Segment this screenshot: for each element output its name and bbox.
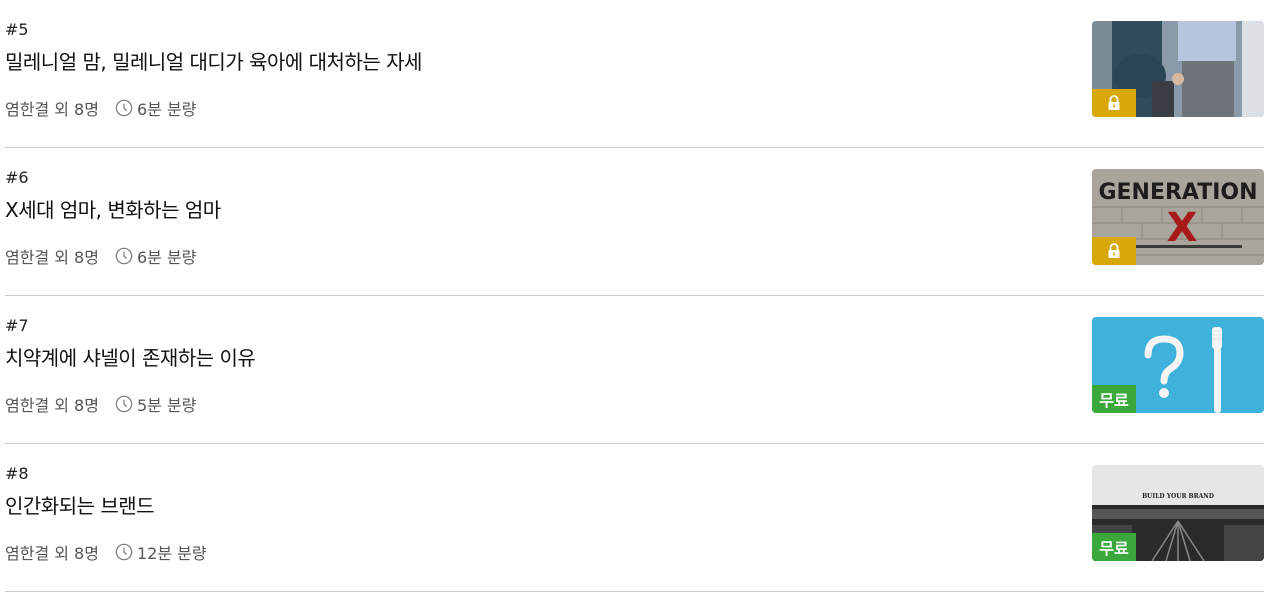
episode-number: #6 — [5, 168, 29, 187]
episode-list: #5 밀레니얼 맘, 밀레니얼 대디가 육아에 대처하는 자세 염한결 외 8명… — [0, 0, 1280, 603]
thumb-caption: GENERATION — [1098, 180, 1257, 205]
episode-meta: 염한결 외 8명 5분 분량 — [5, 392, 196, 416]
clock-icon — [115, 99, 133, 117]
episode-thumbnail[interactable]: GENERATION X — [1092, 169, 1264, 265]
episode-meta: 염한결 외 8명 6분 분량 — [5, 96, 196, 120]
list-item[interactable]: #8 인간화되는 브랜드 염한결 외 8명 12분 분량 BUILD YOUR … — [5, 444, 1264, 592]
duration-label: 6분 분량 — [136, 248, 197, 267]
lock-icon — [1108, 95, 1120, 110]
clock-icon — [115, 247, 133, 265]
duration-label: 5분 분량 — [136, 396, 197, 415]
clock-icon — [115, 395, 133, 413]
episode-thumbnail[interactable] — [1092, 21, 1264, 117]
episode-title[interactable]: 밀레니얼 맘, 밀레니얼 대디가 육아에 대처하는 자세 — [5, 46, 422, 75]
lock-badge — [1092, 89, 1136, 117]
episode-meta: 염한결 외 8명 6분 분량 — [5, 244, 196, 268]
lock-icon — [1108, 243, 1120, 258]
episode-number: #7 — [5, 316, 29, 335]
list-item[interactable]: #5 밀레니얼 맘, 밀레니얼 대디가 육아에 대처하는 자세 염한결 외 8명… — [5, 0, 1264, 148]
episode-number: #8 — [5, 464, 29, 483]
episode-thumbnail[interactable]: 무료 — [1092, 317, 1264, 413]
free-badge: 무료 — [1092, 385, 1136, 413]
list-item[interactable]: #7 치약계에 샤넬이 존재하는 이유 염한결 외 8명 5분 분량 무료 — [5, 296, 1264, 444]
duration-label: 6분 분량 — [136, 100, 197, 119]
episode-thumbnail[interactable]: BUILD YOUR BRAND 무료 — [1092, 465, 1264, 561]
episode-title[interactable]: 인간화되는 브랜드 — [5, 490, 155, 519]
thumb-caption: BUILD YOUR BRAND — [1142, 493, 1214, 500]
author-label: 염한결 외 8명 — [5, 248, 99, 267]
thumb-mark: X — [1167, 205, 1198, 251]
lock-badge — [1092, 237, 1136, 265]
episode-meta: 염한결 외 8명 12분 분량 — [5, 540, 207, 564]
duration-label: 12분 분량 — [136, 544, 207, 563]
list-item[interactable]: #6 X세대 엄마, 변화하는 엄마 염한결 외 8명 6분 분량 GENERA… — [5, 148, 1264, 296]
author-label: 염한결 외 8명 — [5, 100, 99, 119]
free-badge: 무료 — [1092, 533, 1136, 561]
author-label: 염한결 외 8명 — [5, 544, 99, 563]
clock-icon — [115, 543, 133, 561]
author-label: 염한결 외 8명 — [5, 396, 99, 415]
episode-title[interactable]: 치약계에 샤넬이 존재하는 이유 — [5, 342, 256, 371]
episode-title[interactable]: X세대 엄마, 변화하는 엄마 — [5, 194, 221, 223]
episode-number: #5 — [5, 20, 29, 39]
